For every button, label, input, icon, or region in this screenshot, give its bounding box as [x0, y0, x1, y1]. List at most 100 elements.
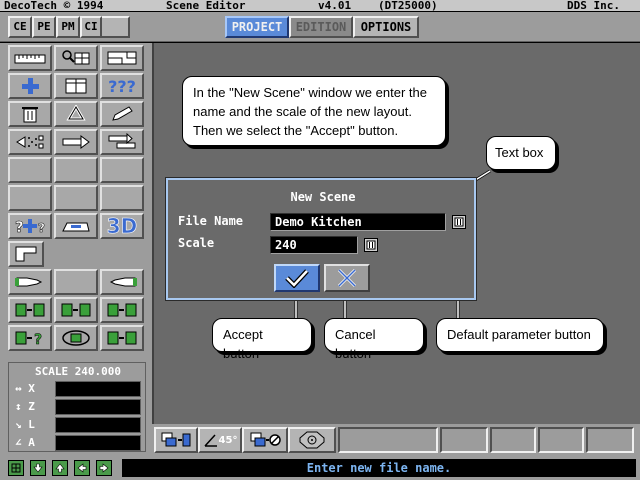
- top-toolbar: CE PE PM CI PROJECT EDITION OPTIONS: [0, 12, 640, 42]
- default-parameter-button[interactable]: [452, 215, 466, 229]
- empty-tool-slot: [8, 185, 52, 211]
- mode-button-ci[interactable]: CI: [80, 16, 102, 38]
- tab-edition[interactable]: EDITION: [289, 16, 353, 38]
- close-icon: [337, 268, 357, 288]
- scale-default-button[interactable]: [364, 238, 378, 252]
- octagon-compass-icon: [299, 431, 325, 449]
- default-param-icon: [454, 217, 464, 227]
- grid-question-icon[interactable]: ?: [8, 325, 52, 351]
- arrow-down-icon[interactable]: [30, 460, 46, 476]
- cancel-button-callout: Cancel button: [324, 318, 424, 361]
- empty-slot: [440, 427, 488, 453]
- checkmark-icon: [285, 269, 309, 288]
- mode-button-ce[interactable]: CE: [8, 16, 32, 38]
- mode-button-pm[interactable]: PM: [56, 16, 80, 38]
- hand-point-right-icon[interactable]: [8, 269, 52, 295]
- 3d-label-icon[interactable]: 3D: [100, 213, 144, 239]
- file-name-input[interactable]: Demo Kitchen: [270, 213, 446, 231]
- empty-tool-slot: [8, 157, 52, 183]
- empty-tool-slot: [100, 185, 144, 211]
- magnify-grid-icon[interactable]: [54, 45, 98, 71]
- speaker-dotted-icon[interactable]: [8, 129, 52, 155]
- angle-icon: ∠: [15, 436, 29, 449]
- vendor-label: DDS Inc.: [567, 0, 620, 12]
- mode-button-pe[interactable]: PE: [32, 16, 56, 38]
- trash-icon[interactable]: [8, 101, 52, 127]
- app-title: Scene Editor: [166, 0, 246, 12]
- compass-button[interactable]: [288, 427, 336, 453]
- status-bar: Enter new file name.: [0, 456, 640, 480]
- plus-icon[interactable]: [8, 73, 52, 99]
- scale-row-a: ∠ A: [13, 435, 143, 451]
- scale-l-field[interactable]: [55, 417, 141, 433]
- scale-x-field[interactable]: [55, 381, 141, 397]
- empty-slot: [338, 427, 438, 453]
- product-code: (DT25000): [378, 0, 438, 12]
- move-arrow-icon[interactable]: [54, 129, 98, 155]
- copy-object-button[interactable]: [154, 427, 198, 453]
- accept-button[interactable]: [274, 264, 320, 292]
- empty-slot: [538, 427, 584, 453]
- recycle-icon[interactable]: [54, 101, 98, 127]
- grid-to-grid-icon[interactable]: [54, 297, 98, 323]
- scale-a-field[interactable]: [55, 435, 141, 451]
- mode-button-blank[interactable]: [102, 16, 130, 38]
- scale-row-label: A: [28, 436, 35, 449]
- cabinet-icon[interactable]: [54, 73, 98, 99]
- svg-text:?: ?: [34, 332, 42, 347]
- bottom-toolbar: 45°: [152, 424, 640, 456]
- arrow-up-icon[interactable]: [52, 460, 68, 476]
- empty-slot: [490, 427, 536, 453]
- vertical-arrows-icon: ↕: [15, 400, 29, 413]
- tab-options[interactable]: OPTIONS: [353, 16, 419, 38]
- tab-project[interactable]: PROJECT: [225, 16, 289, 38]
- scale-label: Scale: [178, 236, 215, 250]
- scale-panel: SCALE 240.000 ↔ X ↕ Z ↘ L ∠ A: [8, 362, 146, 452]
- grid-to-grid-icon[interactable]: [100, 325, 144, 351]
- default-param-callout: Default parameter button: [436, 318, 604, 352]
- horizontal-arrows-icon: ↔: [15, 382, 29, 395]
- prohibited-copy-icon: [250, 432, 281, 447]
- oval-grid-icon[interactable]: [54, 325, 98, 351]
- question-marks-label: ???: [108, 76, 136, 96]
- empty-tool-slot: [100, 157, 144, 183]
- wall-corner-icon[interactable]: [8, 241, 44, 267]
- accept-button-callout: Accept button: [212, 318, 312, 361]
- 3d-label: 3D: [106, 214, 138, 239]
- no-copy-button[interactable]: [242, 427, 288, 453]
- scale-title: SCALE 240.000: [34, 365, 122, 378]
- angle-button[interactable]: 45°: [198, 427, 242, 453]
- scale-input[interactable]: 240: [270, 236, 358, 254]
- grid-to-grid-icon[interactable]: [8, 297, 52, 323]
- hand-point-left-icon[interactable]: [100, 269, 144, 295]
- floorplan-icon[interactable]: [100, 45, 144, 71]
- angle-label: 45°: [218, 434, 238, 446]
- cancel-button[interactable]: [324, 264, 370, 292]
- arrow-right-icon[interactable]: [96, 460, 112, 476]
- status-message: Enter new file name.: [122, 459, 636, 477]
- empty-tool-slot: [54, 269, 98, 295]
- swap-arrow-icon[interactable]: [100, 129, 144, 155]
- ruler-icon[interactable]: [8, 45, 52, 71]
- scale-row-label: Z: [28, 400, 35, 413]
- svg-text:?: ?: [38, 221, 45, 235]
- scale-row-label: X: [28, 382, 35, 395]
- company-label: DecoTech © 1994: [4, 0, 104, 12]
- arrow-left-icon[interactable]: [74, 460, 90, 476]
- empty-slot: [586, 427, 634, 453]
- grid-icon[interactable]: [8, 460, 24, 476]
- scale-z-field[interactable]: [55, 399, 141, 415]
- pencil-icon[interactable]: [100, 101, 144, 127]
- scanner-icon[interactable]: [54, 213, 98, 239]
- dialog-title: New Scene: [290, 190, 356, 204]
- copy-objects-icon: [161, 432, 191, 447]
- scale-row-label: L: [28, 418, 35, 431]
- grid-to-grid-icon[interactable]: [100, 297, 144, 323]
- scale-row-x: ↔ X: [13, 381, 143, 397]
- question-plus-icon[interactable]: ??: [8, 213, 52, 239]
- question-marks-icon[interactable]: ???: [100, 73, 144, 99]
- new-scene-dialog: New Scene File Name Demo Kitchen Scale 2…: [166, 178, 476, 300]
- svg-text:?: ?: [15, 218, 24, 235]
- empty-tool-slot: [54, 185, 98, 211]
- empty-tool-slot: [54, 157, 98, 183]
